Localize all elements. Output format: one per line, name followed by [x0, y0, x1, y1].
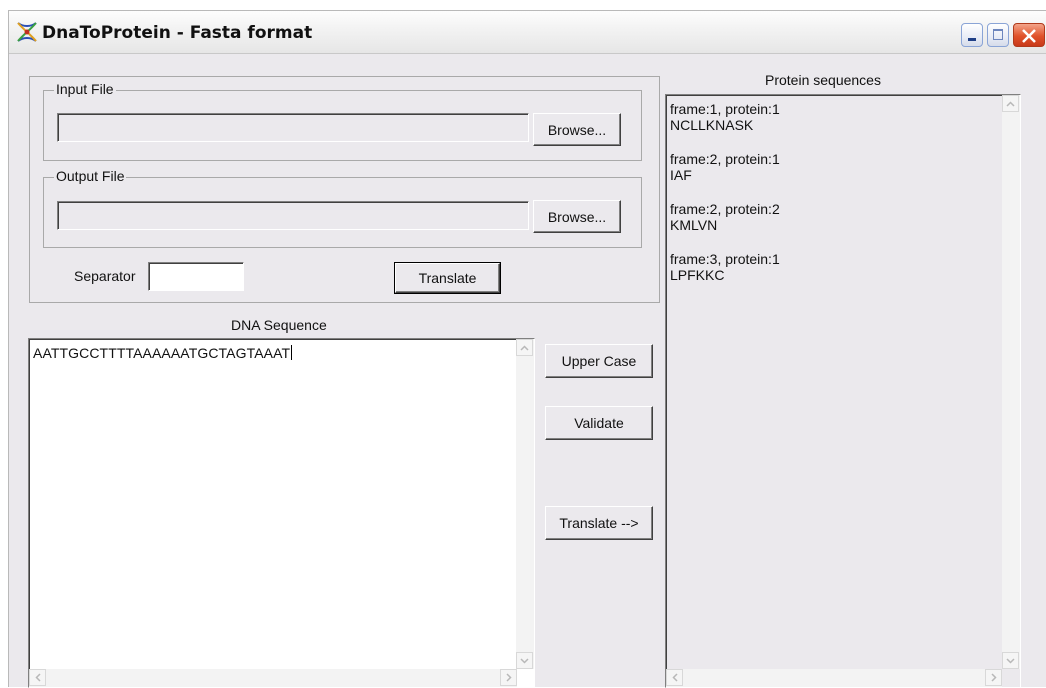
- scroll-down-button[interactable]: [1002, 652, 1019, 669]
- dna-sequence-heading: DNA Sequence: [231, 317, 327, 333]
- close-icon: [1022, 29, 1036, 43]
- scroll-right-button[interactable]: [500, 669, 517, 686]
- chevron-right-icon: [505, 673, 512, 682]
- protein-sequences-heading: Protein sequences: [765, 72, 881, 88]
- scroll-up-button[interactable]: [516, 339, 533, 356]
- separator-input[interactable]: [148, 262, 244, 291]
- output-file-legend: Output File: [54, 168, 127, 184]
- app-window: DnaToProtein - Fasta format Input File B…: [8, 10, 1046, 688]
- protein-header: frame:2, protein:2: [670, 201, 780, 217]
- translate-button[interactable]: Translate: [394, 262, 501, 294]
- minimize-button[interactable]: [961, 23, 983, 47]
- protein-header: frame:2, protein:1: [670, 151, 780, 167]
- protein-sequences-output[interactable]: frame:1, protein:1 NCLLKNASK frame:2, pr…: [665, 94, 1021, 688]
- protein-horizontal-scrollbar[interactable]: [666, 669, 1002, 687]
- scroll-down-button[interactable]: [516, 652, 533, 669]
- protein-entry: frame:1, protein:1 NCLLKNASK: [670, 101, 780, 133]
- upper-case-button[interactable]: Upper Case: [545, 344, 653, 378]
- protein-entry: frame:2, protein:1 IAF: [670, 151, 780, 183]
- protein-list: frame:1, protein:1 NCLLKNASK frame:2, pr…: [670, 101, 780, 301]
- scroll-left-button[interactable]: [29, 669, 46, 686]
- dna-sequence-text: AATTGCCTTTTAAAAAATGCTAGTAAAT: [33, 345, 293, 361]
- scroll-left-button[interactable]: [666, 669, 683, 686]
- protein-entry: frame:2, protein:2 KMLVN: [670, 201, 780, 233]
- validate-button[interactable]: Validate: [545, 406, 653, 440]
- dna-horizontal-scrollbar[interactable]: [29, 669, 517, 687]
- chevron-right-icon: [990, 673, 997, 682]
- dna-sequence-textarea[interactable]: AATTGCCTTTTAAAAAATGCTAGTAAAT: [28, 338, 535, 688]
- dna-app-icon: [15, 21, 39, 43]
- scroll-right-button[interactable]: [985, 669, 1002, 686]
- maximize-button[interactable]: [987, 23, 1009, 47]
- close-button[interactable]: [1013, 23, 1045, 47]
- chevron-up-icon: [1006, 100, 1015, 107]
- protein-sequence: KMLVN: [670, 217, 718, 233]
- chevron-down-icon: [1006, 657, 1015, 664]
- protein-entry: frame:3, protein:1 LPFKKC: [670, 251, 780, 283]
- chevron-left-icon: [34, 673, 41, 682]
- protein-vertical-scrollbar[interactable]: [1002, 95, 1020, 669]
- input-file-field[interactable]: [57, 113, 529, 142]
- chevron-up-icon: [520, 344, 529, 351]
- protein-sequence: IAF: [670, 167, 692, 183]
- protein-sequence: LPFKKC: [670, 267, 725, 283]
- input-browse-button[interactable]: Browse...: [533, 113, 621, 146]
- dna-vertical-scrollbar[interactable]: [516, 339, 534, 669]
- translate-arrow-button[interactable]: Translate -->: [545, 506, 653, 540]
- scroll-up-button[interactable]: [1002, 95, 1019, 112]
- output-file-field[interactable]: [57, 201, 529, 230]
- protein-header: frame:3, protein:1: [670, 251, 780, 267]
- title-bar[interactable]: DnaToProtein - Fasta format: [9, 11, 1046, 54]
- input-file-legend: Input File: [54, 81, 116, 97]
- chevron-down-icon: [520, 657, 529, 664]
- protein-header: frame:1, protein:1: [670, 101, 780, 117]
- chevron-left-icon: [671, 673, 678, 682]
- protein-sequence: NCLLKNASK: [670, 117, 754, 133]
- window-title: DnaToProtein - Fasta format: [42, 23, 313, 43]
- separator-label: Separator: [74, 268, 136, 284]
- output-browse-button[interactable]: Browse...: [533, 200, 621, 233]
